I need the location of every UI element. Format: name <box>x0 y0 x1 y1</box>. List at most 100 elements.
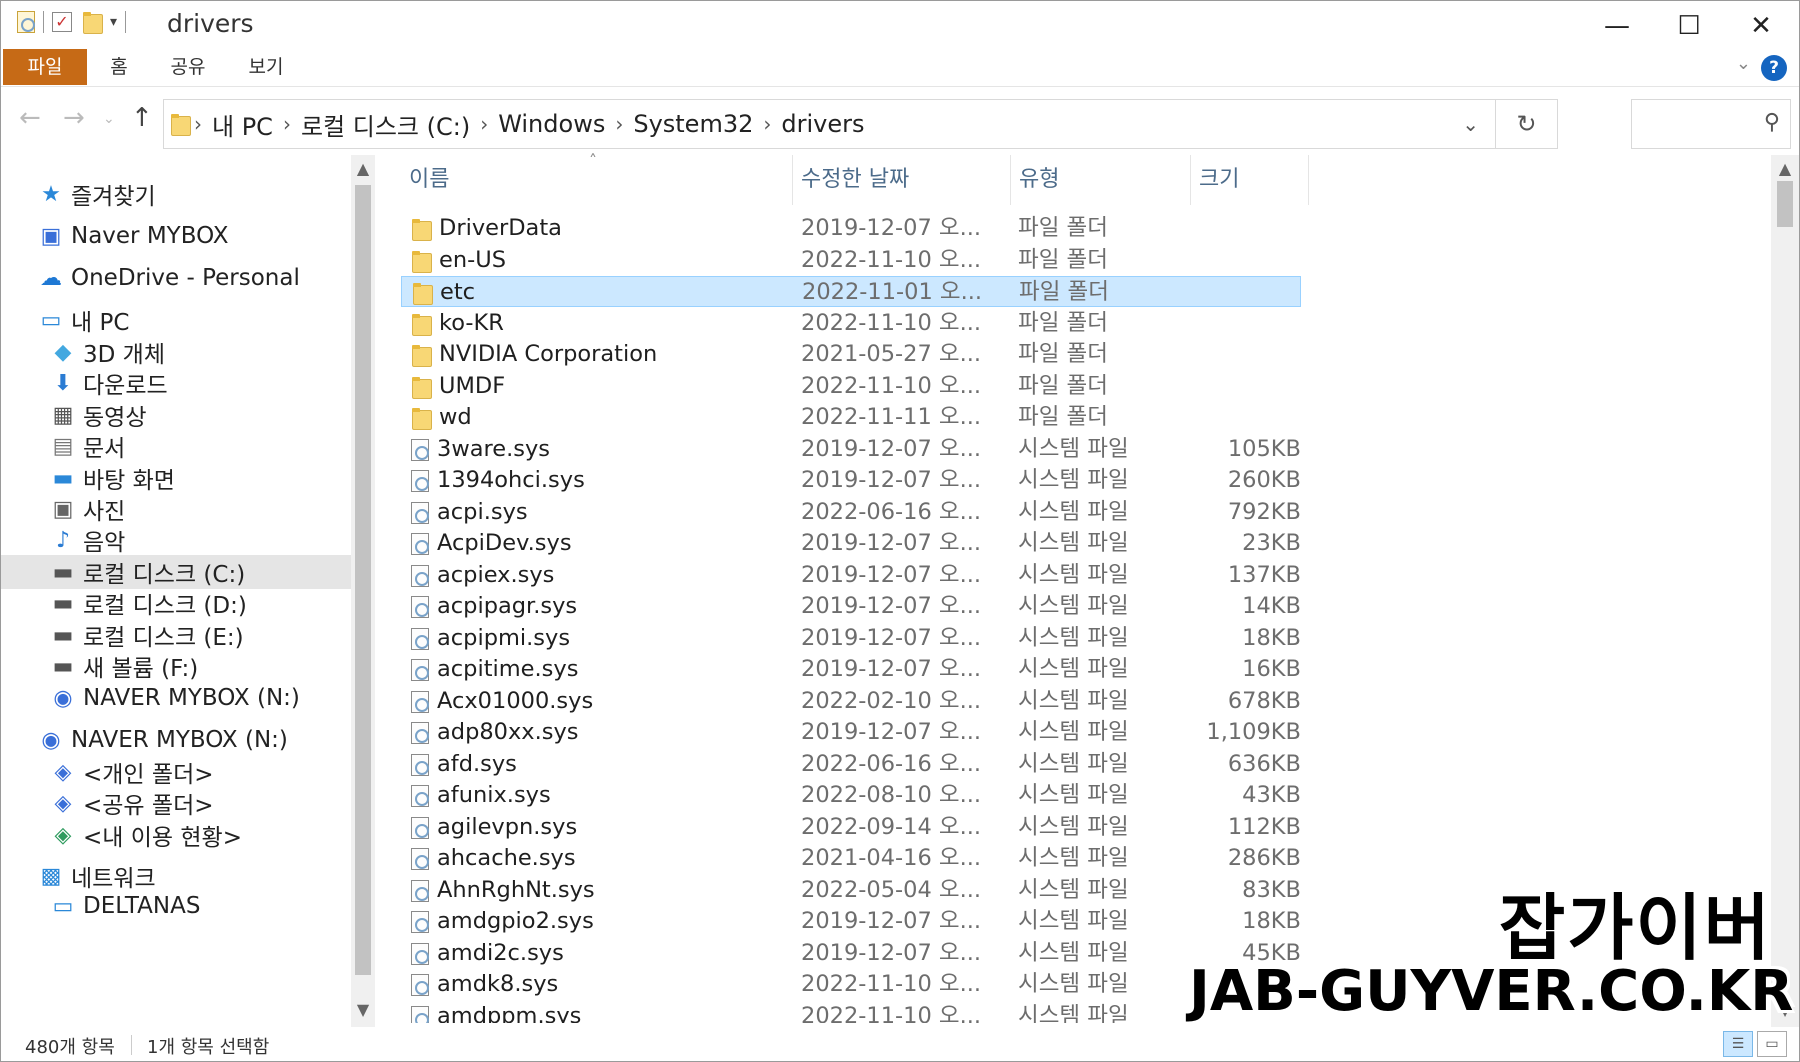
sidebar-item[interactable]: ◉ NAVER MYBOX (N:) <box>1 681 351 715</box>
properties-icon[interactable] <box>17 11 35 33</box>
sidebar-item[interactable]: ▬ 로컬 디스크 (C:) <box>1 555 351 589</box>
table-row[interactable]: agilevpn.sys 2022-09-14 오... 시스템 파일 112KB <box>401 812 1301 843</box>
sidebar-item[interactable]: ◈ <공유 폴더> <box>1 786 351 820</box>
minimize-button[interactable]: — <box>1581 1 1653 51</box>
sidebar-item[interactable]: ▭ DELTANAS <box>1 889 351 923</box>
table-row[interactable]: 3ware.sys 2019-12-07 오... 시스템 파일 105KB <box>401 434 1301 465</box>
file-size <box>1131 308 1301 339</box>
maximize-button[interactable]: ☐ <box>1653 1 1725 51</box>
sidebar-item[interactable]: ▩ 네트워크 <box>1 859 351 893</box>
sidebar-scrollbar[interactable]: ▲ ▼ <box>351 155 375 1027</box>
file-date: 2022-11-10 오... <box>801 310 982 336</box>
column-header-date[interactable]: 수정한 날짜 <box>793 155 1011 205</box>
recent-locations-button[interactable]: ⌄ <box>103 111 115 127</box>
scroll-up-icon[interactable]: ▲ <box>351 159 375 178</box>
breadcrumb-system32[interactable]: System32 <box>633 110 753 138</box>
table-row[interactable]: NVIDIA Corporation 2021-05-27 오... 파일 폴더 <box>401 339 1301 370</box>
tab-view[interactable]: 보기 <box>241 49 291 85</box>
help-icon[interactable]: ? <box>1761 55 1787 81</box>
chevron-right-icon[interactable]: › <box>480 112 488 136</box>
column-header-type[interactable]: 유형 <box>1011 155 1191 205</box>
table-row[interactable]: 1394ohci.sys 2019-12-07 오... 시스템 파일 260KB <box>401 465 1301 496</box>
table-row[interactable]: wd 2022-11-11 오... 파일 폴더 <box>401 402 1301 433</box>
breadcrumb-local-disk-c[interactable]: 로컬 디스크 (C:) <box>301 107 470 142</box>
table-row[interactable]: amdi2c.sys 2019-12-07 오... 시스템 파일 45KB <box>401 938 1301 969</box>
sidebar-item[interactable]: ⬇ 다운로드 <box>1 366 351 400</box>
table-row[interactable]: amdppm.sys 2022-11-10 오... 시스템 파일 <box>401 1001 1301 1023</box>
table-row[interactable]: afd.sys 2022-06-16 오... 시스템 파일 636KB <box>401 749 1301 780</box>
table-row[interactable]: AcpiDev.sys 2019-12-07 오... 시스템 파일 23KB <box>401 528 1301 559</box>
table-row[interactable]: DriverData 2019-12-07 오... 파일 폴더 <box>401 213 1301 244</box>
sidebar-item[interactable]: ▦ 동영상 <box>1 398 351 432</box>
column-header-name[interactable]: 이름 <box>401 155 793 205</box>
table-row[interactable]: acpipagr.sys 2019-12-07 오... 시스템 파일 14KB <box>401 591 1301 622</box>
expand-ribbon-icon[interactable]: ⌄ <box>1736 53 1751 74</box>
address-bar[interactable]: › 내 PC › 로컬 디스크 (C:) › Windows › System3… <box>163 99 1558 149</box>
chevron-down-icon[interactable]: ⌄ <box>1462 112 1479 136</box>
table-row[interactable]: etc 2022-11-01 오... 파일 폴더 <box>401 276 1301 307</box>
table-row[interactable]: en-US 2022-11-10 오... 파일 폴더 <box>401 245 1301 276</box>
sidebar-item[interactable]: ▬ 바탕 화면 <box>1 461 351 495</box>
sidebar-item[interactable]: ◈ <내 이용 현황> <box>1 818 351 852</box>
sidebar-item[interactable]: ▣ 사진 <box>1 492 351 526</box>
column-header-size[interactable]: 크기 <box>1191 155 1309 205</box>
tab-home[interactable]: 홈 <box>99 49 139 85</box>
table-row[interactable]: acpi.sys 2022-06-16 오... 시스템 파일 792KB <box>401 497 1301 528</box>
breadcrumb-this-pc[interactable]: 내 PC <box>212 107 273 142</box>
file-name: NVIDIA Corporation <box>439 341 658 367</box>
large-icons-view-icon[interactable]: ▭ <box>1757 1031 1787 1057</box>
table-row[interactable]: acpitime.sys 2019-12-07 오... 시스템 파일 16KB <box>401 654 1301 685</box>
sidebar-item[interactable]: ▣ Naver MYBOX <box>1 219 351 253</box>
tab-file[interactable]: 파일 <box>3 49 87 85</box>
search-box[interactable]: ⚲ <box>1631 99 1791 149</box>
table-row[interactable]: afunix.sys 2022-08-10 오... 시스템 파일 43KB <box>401 780 1301 811</box>
close-button[interactable]: ✕ <box>1725 1 1797 51</box>
table-row[interactable]: ko-KR 2022-11-10 오... 파일 폴더 <box>401 308 1301 339</box>
sidebar-item[interactable]: ♪ 음악 <box>1 523 351 557</box>
refresh-button[interactable]: ↻ <box>1495 100 1557 148</box>
sidebar-item[interactable]: ▬ 로컬 디스크 (D:) <box>1 586 351 620</box>
table-row[interactable]: Acx01000.sys 2022-02-10 오... 시스템 파일 678KB <box>401 686 1301 717</box>
file-type: 파일 폴더 <box>1018 404 1108 430</box>
breadcrumb-drivers[interactable]: drivers <box>781 110 864 138</box>
file-name: amdi2c.sys <box>437 940 564 966</box>
sidebar-item[interactable]: ◈ <개인 폴더> <box>1 755 351 789</box>
customize-toolbar-icon[interactable]: ▾ <box>110 14 117 30</box>
watermark-url: JAB-GUYVER.CO.KR <box>1189 959 1794 1024</box>
details-view-icon[interactable]: ☰ <box>1723 1031 1753 1057</box>
table-row[interactable]: UMDF 2022-11-10 오... 파일 폴더 <box>401 371 1301 402</box>
chevron-right-icon[interactable]: › <box>194 112 202 136</box>
table-row[interactable]: adp80xx.sys 2019-12-07 오... 시스템 파일 1,109KB <box>401 717 1301 748</box>
table-row[interactable]: amdgpio2.sys 2019-12-07 오... 시스템 파일 18KB <box>401 906 1301 937</box>
sidebar-item[interactable]: ☁ OneDrive - Personal <box>1 261 351 295</box>
table-row[interactable]: ahcache.sys 2021-04-16 오... 시스템 파일 286KB <box>401 843 1301 874</box>
sidebar-item[interactable]: ◉ NAVER MYBOX (N:) <box>1 723 351 757</box>
search-icon[interactable]: ⚲ <box>1764 110 1780 135</box>
new-folder-icon[interactable] <box>82 11 103 34</box>
sidebar-item[interactable]: ▬ 새 볼륨 (F:) <box>1 649 351 683</box>
sidebar-item[interactable]: ▭ 내 PC <box>1 303 351 337</box>
chevron-right-icon[interactable]: › <box>283 112 291 136</box>
sidebar-item[interactable]: ▬ 로컬 디스크 (E:) <box>1 618 351 652</box>
sidebar-item[interactable]: ◆ 3D 개체 <box>1 335 351 369</box>
sidebar-item[interactable]: ★ 즐겨찾기 <box>1 177 351 211</box>
table-row[interactable]: acpipmi.sys 2019-12-07 오... 시스템 파일 18KB <box>401 623 1301 654</box>
sidebar-scroll-thumb[interactable] <box>355 185 371 975</box>
scroll-down-icon[interactable]: ▼ <box>351 1000 375 1019</box>
up-button[interactable]: ↑ <box>131 103 153 133</box>
table-row[interactable]: amdk8.sys 2022-11-10 오... 시스템 파일 <box>401 969 1301 1000</box>
file-list-scrollbar[interactable]: ▲ ▼ <box>1771 155 1799 1027</box>
table-row[interactable]: AhnRghNt.sys 2022-05-04 오... 시스템 파일 83KB <box>401 875 1301 906</box>
breadcrumb-windows[interactable]: Windows <box>498 110 605 138</box>
checkbox-icon[interactable]: ✓ <box>52 12 72 32</box>
tab-share[interactable]: 공유 <box>163 49 213 85</box>
forward-button[interactable]: → <box>63 103 85 133</box>
table-row[interactable]: acpiex.sys 2019-12-07 오... 시스템 파일 137KB <box>401 560 1301 591</box>
scroll-up-icon[interactable]: ▲ <box>1771 159 1799 178</box>
chevron-right-icon[interactable]: › <box>615 112 623 136</box>
chevron-right-icon[interactable]: › <box>763 112 771 136</box>
file-name-cell: NVIDIA Corporation <box>411 339 657 370</box>
file-list-scroll-thumb[interactable] <box>1777 181 1793 227</box>
back-button[interactable]: ← <box>19 103 41 133</box>
sidebar-item[interactable]: ▤ 문서 <box>1 429 351 463</box>
